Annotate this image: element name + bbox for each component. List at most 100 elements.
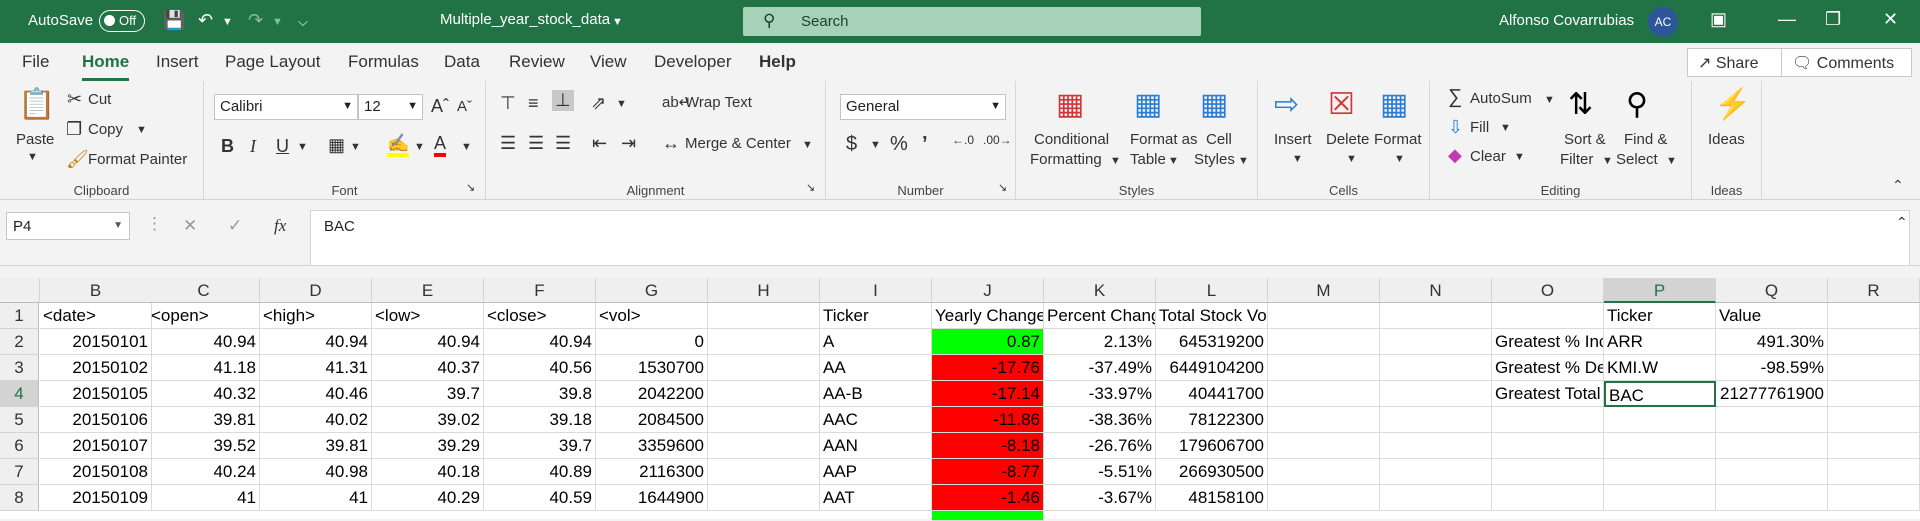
cell-e6[interactable]: 39.29 [372,433,484,459]
bold-icon[interactable]: B [221,136,234,157]
column-header-q[interactable]: Q [1716,278,1828,303]
cell-h8[interactable] [708,485,820,511]
row-header-6[interactable]: 6 [0,433,39,459]
autosave-toggle[interactable]: Off [99,10,145,32]
cell-d4[interactable]: 40.46 [260,381,372,407]
cell-b3[interactable]: 20150102 [40,355,152,381]
cell-g5[interactable]: 2084500 [596,407,708,433]
cell-j5[interactable]: -11.86 [932,407,1044,433]
cell-i1[interactable]: Ticker [820,303,932,329]
number-dialog-launcher-icon[interactable]: ↘ [998,181,1007,194]
cell-j7[interactable]: -8.77 [932,459,1044,485]
cell-m1[interactable] [1268,303,1380,329]
cell-d2[interactable]: 40.94 [260,329,372,355]
tab-file[interactable]: File [22,52,49,72]
cell-l3[interactable]: 6449104200 [1156,355,1268,381]
cell-b7[interactable]: 20150108 [40,459,152,485]
cell-k3[interactable]: -37.49% [1044,355,1156,381]
cell-n1[interactable] [1380,303,1492,329]
cell-o1[interactable] [1492,303,1604,329]
accounting-format-icon[interactable]: $ [846,133,857,156]
borders-dropdown-icon[interactable]: ▼ [350,141,361,153]
comma-style-icon[interactable]: ’ [922,133,928,156]
format-as-table-line2[interactable]: Table [1130,151,1166,168]
format-as-table-dropdown-icon[interactable]: ▼ [1168,155,1179,167]
cell-c5[interactable]: 39.81 [148,407,260,433]
italic-icon[interactable]: I [250,136,256,157]
orientation-icon[interactable]: ⇗ [591,93,606,114]
cell-n5[interactable] [1380,407,1492,433]
cell-f6[interactable]: 39.7 [484,433,596,459]
cell-e8[interactable]: 40.29 [372,485,484,511]
delete-cells-dropdown-icon[interactable]: ▼ [1346,153,1357,165]
name-box[interactable]: P4 ▼ [6,212,130,240]
cell-b4[interactable]: 20150105 [40,381,152,407]
cell-styles-dropdown-icon[interactable]: ▼ [1238,155,1249,167]
cell-i2[interactable]: A [820,329,932,355]
cell-c2[interactable]: 40.94 [148,329,260,355]
cell-c3[interactable]: 41.18 [148,355,260,381]
increase-font-size-icon[interactable]: Aˆ [431,96,449,117]
cell-q4[interactable]: 21277761900 [1716,381,1828,407]
cell-d3[interactable]: 41.31 [260,355,372,381]
document-name[interactable]: Multiple_year_stock_data [440,11,610,28]
increase-decimal-icon[interactable]: ←.0 [952,133,974,147]
cell-l1[interactable]: Total Stock Volume [1156,303,1268,329]
cell-j9-partial[interactable] [932,511,1044,521]
top-align-icon[interactable]: ⊤ [500,93,516,114]
font-color-dropdown-icon[interactable]: ▼ [461,141,472,153]
cell-e1[interactable]: <low> [372,303,484,329]
orientation-dropdown-icon[interactable]: ▼ [616,98,627,110]
cell-d1[interactable]: <high> [260,303,372,329]
cell-i3[interactable]: AA [820,355,932,381]
cell-o3[interactable]: Greatest % Decrease [1492,355,1604,381]
accounting-dropdown-icon[interactable]: ▼ [870,139,881,151]
collapse-ribbon-icon[interactable]: ⌃ [1892,177,1904,194]
tab-page-layout[interactable]: Page Layout [225,52,320,72]
undo-dropdown-icon[interactable]: ▼ [222,16,233,28]
cell-styles-line1[interactable]: Cell [1206,131,1232,148]
format-as-table-line1[interactable]: Format as [1130,131,1198,148]
cell-q3[interactable]: -98.59% [1716,355,1828,381]
cell-d8[interactable]: 41 [260,485,372,511]
tab-view[interactable]: View [590,52,627,72]
decrease-font-size-icon[interactable]: Aˇ [457,98,472,115]
cell-f8[interactable]: 40.59 [484,485,596,511]
column-header-j[interactable]: J [932,278,1044,303]
cell-g7[interactable]: 2116300 [596,459,708,485]
cell-l2[interactable]: 645319200 [1156,329,1268,355]
decrease-indent-icon[interactable]: ⇤ [592,133,607,154]
tab-insert[interactable]: Insert [156,52,199,72]
close-icon[interactable]: ✕ [1883,9,1898,30]
cell-g3[interactable]: 1530700 [596,355,708,381]
cell-h7[interactable] [708,459,820,485]
column-header-c[interactable]: C [148,278,260,303]
cell-p3[interactable]: KMI.W [1604,355,1716,381]
cell-m2[interactable] [1268,329,1380,355]
cell-q8[interactable] [1716,485,1828,511]
redo-dropdown-icon[interactable]: ▼ [272,16,283,28]
find-select-dropdown-icon[interactable]: ▼ [1666,155,1677,167]
conditional-formatting-line1[interactable]: Conditional [1034,131,1109,148]
cell-f4[interactable]: 39.8 [484,381,596,407]
cell-j3[interactable]: -17.76 [932,355,1044,381]
cell-c4[interactable]: 40.32 [148,381,260,407]
cell-n7[interactable] [1380,459,1492,485]
cell-c6[interactable]: 39.52 [148,433,260,459]
format-painter-button[interactable]: Format Painter [88,151,187,168]
sort-filter-dropdown-icon[interactable]: ▼ [1602,155,1613,167]
find-select-line2[interactable]: Select [1616,151,1658,168]
cell-d5[interactable]: 40.02 [260,407,372,433]
formula-input[interactable]: BAC [310,210,1910,266]
conditional-formatting-dropdown-icon[interactable]: ▼ [1110,155,1121,167]
cell-p6[interactable] [1604,433,1716,459]
column-header-l[interactable]: L [1156,278,1268,303]
cell-o8[interactable] [1492,485,1604,511]
cell-n6[interactable] [1380,433,1492,459]
cell-b8[interactable]: 20150109 [40,485,152,511]
tab-developer[interactable]: Developer [654,52,732,72]
cell-d7[interactable]: 40.98 [260,459,372,485]
cell-m6[interactable] [1268,433,1380,459]
cell-f2[interactable]: 40.94 [484,329,596,355]
cell-r4[interactable] [1828,381,1920,407]
